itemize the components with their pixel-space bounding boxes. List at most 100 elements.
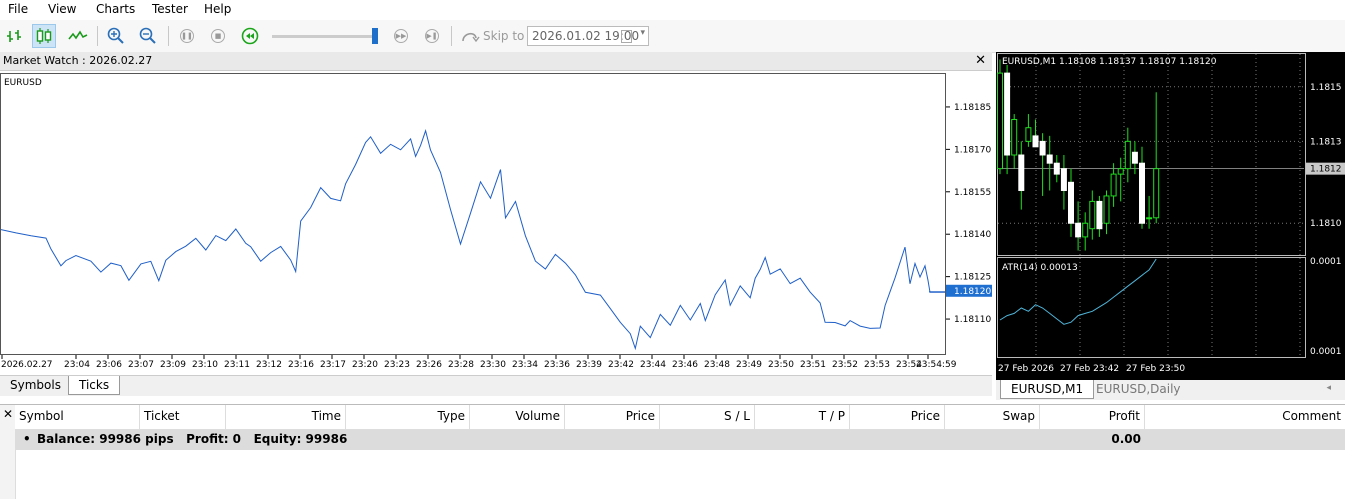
col-price[interactable]: Price: [565, 405, 660, 429]
tab-symbols[interactable]: Symbols: [0, 376, 71, 395]
price-tick-label: 1.1815: [1310, 83, 1342, 93]
col-time[interactable]: Time: [226, 405, 346, 429]
price-tick-label: 1.1812: [1310, 165, 1342, 175]
col-swap[interactable]: Swap: [945, 405, 1040, 429]
speed-slider-track[interactable]: [272, 35, 378, 38]
line-chart-button[interactable]: [66, 24, 90, 48]
col-ticket[interactable]: Ticket: [140, 405, 226, 429]
price-tick-label: 1.1810: [1310, 219, 1342, 229]
tick-price-line: [1, 129, 945, 351]
menu-charts[interactable]: Charts: [96, 2, 135, 16]
chart-title: EURUSD,M1 1.18108 1.18137 1.18107 1.1812…: [1002, 57, 1217, 67]
time-tick-label: 23:06: [96, 360, 122, 370]
time-tick-label: 23:39: [576, 360, 602, 370]
skip-to-label[interactable]: Skip to: [483, 29, 524, 43]
candle-body: [1039, 140, 1046, 156]
time-tick-label: 23:49: [736, 360, 762, 370]
price-tick-label: 1.18125: [954, 273, 991, 283]
time-tick-label: 2026.02.27: [1, 360, 53, 370]
close-icon[interactable]: ✕: [975, 53, 986, 68]
market-watch-titlebar: Market Watch : 2026.02.27 ✕: [0, 52, 992, 71]
time-tick-label: 23:52: [832, 360, 858, 370]
step-end-button[interactable]: ▶❚: [420, 24, 444, 48]
candle-body: [1032, 135, 1039, 148]
col-volume[interactable]: Volume: [470, 405, 565, 429]
close-icon[interactable]: ✕: [3, 407, 13, 421]
col-type[interactable]: Type: [346, 405, 470, 429]
col-symbol[interactable]: Symbol: [15, 405, 140, 429]
market-watch-title: Market Watch : 2026.02.27: [3, 54, 153, 67]
menu-bar: File View Charts Tester Help: [0, 0, 1345, 20]
candle-body: [1146, 217, 1153, 220]
time-tick-label: 23:54:59: [916, 360, 957, 370]
bar-chart-button[interactable]: [3, 24, 27, 48]
time-tick-label: 27 Feb 2026: [998, 364, 1054, 374]
balance-row[interactable]: • Balance: 99986 pips Profit: 0 Equity: …: [15, 430, 1345, 450]
price-tick-label: 1.18140: [954, 230, 991, 240]
speed-slider-thumb[interactable]: [372, 28, 378, 44]
price-tick-label: 1.18110: [954, 315, 991, 325]
col-comment[interactable]: Comment: [1145, 405, 1345, 429]
toolbar: ❚❚ ■ ▶▶ ▶❚ Skip to 2026.01.02 19:00 ▾: [0, 20, 1345, 53]
time-tick-label: 23:16: [288, 360, 314, 370]
col-current-price[interactable]: Price: [850, 405, 945, 429]
candle-body: [1124, 140, 1131, 170]
bar-chart-icon: [7, 30, 21, 42]
tick-chart-symbol: EURUSD: [4, 78, 42, 88]
time-tick-label: 23:36: [544, 360, 570, 370]
price-tick-label: 1.18185: [954, 103, 991, 113]
time-tick-label: 27 Feb 23:50: [1126, 364, 1185, 374]
zoom-out-button[interactable]: [136, 24, 160, 48]
balance-summary: Balance: 99986 pips Profit: 0 Equity: 99…: [37, 432, 348, 446]
fast-forward-icon: ▶▶: [394, 29, 408, 43]
stop-button[interactable]: ■: [206, 24, 230, 48]
scroll-left-icon[interactable]: ◂: [1326, 383, 1331, 393]
rewind-icon: [241, 27, 259, 45]
rewind-button[interactable]: [238, 24, 262, 48]
bullet-icon: •: [23, 432, 31, 446]
tick-chart-price-axis: 1.18185 1.18170 1.18155 1.18140 1.18125 1.181…: [946, 103, 992, 325]
time-tick-label: 23:46: [672, 360, 698, 370]
candle-body: [1131, 151, 1138, 164]
menu-tester[interactable]: Tester: [152, 2, 188, 16]
line-chart-icon: [68, 30, 88, 40]
time-tick-label: 23:07: [128, 360, 154, 370]
calendar-icon: [621, 30, 632, 43]
candlestick-chart-button[interactable]: [32, 24, 56, 48]
menu-view[interactable]: View: [48, 2, 76, 16]
price-tick-label: 1.1813: [1310, 137, 1342, 147]
price-tick-label: 1.18170: [954, 145, 991, 155]
pause-icon: ❚❚: [180, 29, 194, 43]
col-tp[interactable]: T / P: [755, 405, 850, 429]
col-sl[interactable]: S / L: [660, 405, 755, 429]
candle-body: [1089, 200, 1096, 230]
chart-window-tabs: EURUSD,M1 EURUSD,Daily ◂: [996, 380, 1345, 400]
time-tick-label: 23:23: [384, 360, 410, 370]
tab-eurusd-m1[interactable]: EURUSD,M1: [1000, 380, 1095, 399]
tick-chart[interactable]: EURUSD: [0, 73, 946, 355]
tab-ticks[interactable]: Ticks: [68, 376, 121, 395]
menu-file[interactable]: File: [8, 2, 28, 16]
atr-title: ATR(14) 0.00013: [1002, 263, 1078, 273]
time-tick-label: 23:17: [320, 360, 346, 370]
skip-to-icon-button[interactable]: [458, 24, 482, 48]
time-tick-label: 23:20: [352, 360, 378, 370]
time-tick-label: 23:04: [64, 360, 90, 370]
zoom-in-button[interactable]: [104, 24, 128, 48]
time-tick-label: 23:11: [224, 360, 250, 370]
menu-help[interactable]: Help: [204, 2, 231, 16]
tick-chart-plot: EURUSD: [1, 78, 945, 351]
pause-button[interactable]: ❚❚: [175, 24, 199, 48]
tab-eurusd-daily[interactable]: EURUSD,Daily: [1086, 380, 1191, 399]
candle-body: [1117, 168, 1124, 175]
terminal-header: Symbol Ticket Time Type Volume Price S /…: [15, 405, 1345, 430]
skip-to-date-picker[interactable]: 2026.01.02 19:00 ▾: [527, 26, 649, 46]
time-tick-label: 23:10: [192, 360, 218, 370]
candlestick-chart-window[interactable]: EURUSD,M1 1.18108 1.18137 1.18107 1.1812…: [996, 52, 1345, 382]
step-forward-button[interactable]: ▶▶: [389, 24, 413, 48]
col-profit[interactable]: Profit: [1040, 405, 1145, 429]
profit-total: 0.00: [1111, 432, 1141, 446]
candle-body: [997, 72, 1003, 170]
candle-body: [1018, 154, 1025, 191]
current-price-label: 1.18120: [954, 287, 991, 297]
